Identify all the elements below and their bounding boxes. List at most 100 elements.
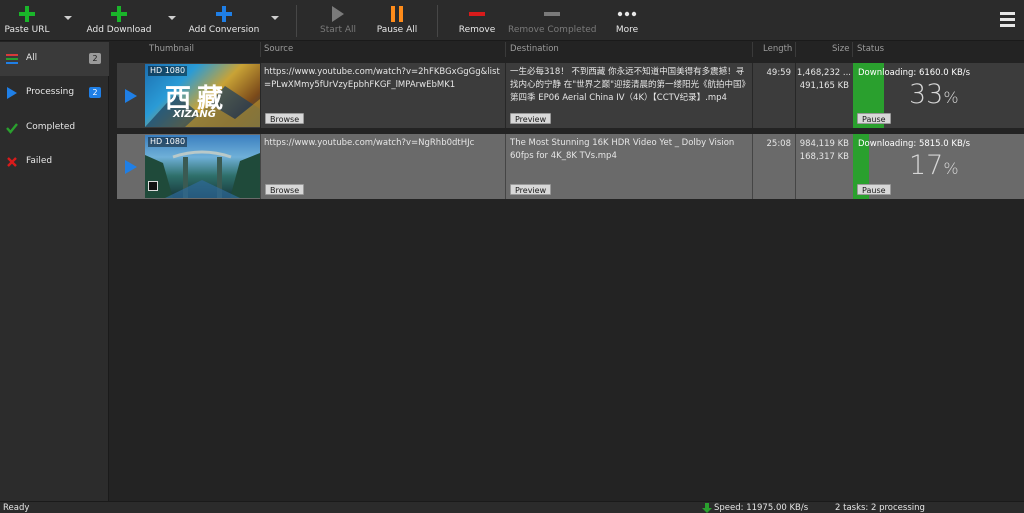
column-divider bbox=[752, 134, 753, 199]
sidebar-item-label: Failed bbox=[26, 156, 53, 166]
x-icon bbox=[7, 157, 17, 167]
column-divider bbox=[260, 134, 261, 199]
table-row[interactable]: HD 1080 西藏 XIZANG https://www.youtube.co… bbox=[117, 63, 1024, 128]
plus-icon bbox=[216, 6, 232, 22]
column-header-size[interactable]: Size bbox=[832, 42, 849, 57]
download-status-cell: Downloading: 6160.0 KB/s 33% Pause bbox=[853, 63, 1024, 128]
pause-all-label: Pause All bbox=[376, 25, 418, 35]
remove-completed-button[interactable]: Remove Completed bbox=[508, 3, 596, 39]
size-total: 984,119 KB bbox=[799, 139, 849, 149]
column-header-status[interactable]: Status bbox=[857, 42, 884, 57]
more-dots-icon bbox=[617, 11, 637, 17]
toolbar-divider bbox=[296, 5, 297, 37]
size-downloaded: 491,165 KB bbox=[799, 81, 849, 91]
preview-button[interactable]: Preview bbox=[510, 113, 552, 124]
column-divider bbox=[505, 63, 506, 128]
download-status-cell: Downloading: 5815.0 KB/s 17% Pause bbox=[853, 134, 1024, 199]
size-total: 1,468,232 ... bbox=[796, 68, 851, 78]
toolbar-divider bbox=[437, 5, 438, 37]
preview-button[interactable]: Preview bbox=[510, 184, 552, 195]
remove-completed-label: Remove Completed bbox=[508, 25, 597, 35]
sidebar: All 2 Processing 2 Completed Failed bbox=[0, 42, 109, 501]
chevron-down-icon[interactable] bbox=[168, 16, 176, 20]
speed-status: Speed: 11975.00 KB/s bbox=[714, 503, 809, 513]
column-header-source[interactable]: Source bbox=[264, 42, 293, 57]
pause-button[interactable]: Pause bbox=[857, 184, 891, 195]
sidebar-item-failed[interactable]: Failed bbox=[0, 145, 109, 179]
sidebar-item-processing[interactable]: Processing 2 bbox=[0, 76, 109, 110]
minus-icon bbox=[469, 12, 485, 16]
plus-icon bbox=[19, 6, 35, 22]
dolby-logo-icon bbox=[148, 181, 158, 191]
ready-status: Ready bbox=[3, 503, 30, 513]
hd-quality-tag: HD 1080 bbox=[148, 137, 188, 147]
progress-percent: 17% bbox=[909, 150, 959, 181]
column-divider bbox=[260, 63, 261, 128]
play-icon[interactable] bbox=[125, 89, 137, 103]
more-label: More bbox=[615, 25, 639, 35]
progress-percent: 33% bbox=[909, 79, 959, 110]
browse-button[interactable]: Browse bbox=[265, 113, 305, 124]
add-download-button[interactable]: Add Download bbox=[86, 3, 152, 39]
video-thumbnail: HD 1080 西藏 XIZANG bbox=[145, 64, 260, 127]
checkmark-icon bbox=[6, 123, 18, 134]
paste-url-label: Paste URL bbox=[4, 25, 50, 35]
chevron-down-icon[interactable] bbox=[271, 16, 279, 20]
table-row[interactable]: HD 1080 https://www.youtube.com/watch?v=… bbox=[117, 134, 1024, 199]
video-thumbnail: HD 1080 bbox=[145, 135, 260, 198]
download-arrow-icon bbox=[702, 503, 712, 513]
start-all-button[interactable]: Start All bbox=[318, 3, 358, 39]
chevron-down-icon[interactable] bbox=[64, 16, 72, 20]
column-header-thumbnail[interactable]: Thumbnail bbox=[149, 42, 194, 57]
status-text: Downloading: 5815.0 KB/s bbox=[858, 139, 971, 149]
column-divider bbox=[752, 63, 753, 128]
pause-button[interactable]: Pause bbox=[857, 113, 891, 124]
sidebar-item-label: Processing bbox=[26, 87, 75, 97]
source-url: https://www.youtube.com/watch?v=2hFKBGxG… bbox=[264, 67, 500, 90]
plus-icon bbox=[111, 6, 127, 22]
play-icon bbox=[332, 6, 344, 22]
play-icon bbox=[7, 87, 17, 99]
size-downloaded: 168,317 KB bbox=[799, 152, 849, 162]
paste-url-button[interactable]: Paste URL bbox=[4, 3, 50, 39]
column-divider bbox=[795, 42, 796, 57]
hd-quality-tag: HD 1080 bbox=[148, 66, 188, 76]
add-download-label: Add Download bbox=[86, 25, 152, 35]
video-length: 25:08 bbox=[766, 139, 792, 149]
destination-filename: The Most Stunning 16K HDR Video Yet _ Do… bbox=[510, 138, 735, 161]
browse-button[interactable]: Browse bbox=[265, 184, 305, 195]
column-divider bbox=[260, 42, 261, 57]
more-button[interactable]: More bbox=[609, 3, 645, 39]
status-bar: Ready Speed: 11975.00 KB/s 2 tasks: 2 pr… bbox=[0, 501, 1024, 513]
sidebar-item-label: Completed bbox=[26, 122, 76, 132]
thumbnail-subtitle: XIZANG bbox=[173, 109, 216, 120]
minus-icon bbox=[544, 12, 560, 16]
column-header-length[interactable]: Length bbox=[763, 42, 792, 57]
sidebar-item-all[interactable]: All 2 bbox=[0, 42, 109, 76]
column-header-destination[interactable]: Destination bbox=[510, 42, 559, 57]
tasks-status: 2 tasks: 2 processing bbox=[835, 503, 925, 513]
add-conversion-label: Add Conversion bbox=[188, 25, 260, 35]
add-conversion-button[interactable]: Add Conversion bbox=[187, 3, 261, 39]
remove-button[interactable]: Remove bbox=[455, 3, 499, 39]
source-url: https://www.youtube.com/watch?v=NgRhb0dt… bbox=[264, 138, 475, 148]
start-all-label: Start All bbox=[319, 25, 356, 35]
column-divider bbox=[505, 134, 506, 199]
all-list-icon bbox=[6, 54, 18, 64]
pause-icon bbox=[391, 6, 403, 22]
play-icon[interactable] bbox=[125, 160, 137, 174]
video-length: 49:59 bbox=[766, 68, 792, 78]
remove-label: Remove bbox=[458, 25, 496, 35]
sidebar-item-completed[interactable]: Completed bbox=[0, 111, 109, 145]
count-badge: 2 bbox=[89, 87, 101, 98]
column-divider bbox=[852, 42, 853, 57]
status-text: Downloading: 6160.0 KB/s bbox=[858, 68, 971, 78]
destination-filename: 一生必每318！ 不到西藏 你永远不知道中国美得有多震撼！寻找内心的宁静 在"世… bbox=[510, 67, 750, 103]
hamburger-menu-icon[interactable] bbox=[1000, 12, 1015, 27]
column-divider bbox=[505, 42, 506, 57]
column-divider bbox=[752, 42, 753, 57]
pause-all-button[interactable]: Pause All bbox=[375, 3, 419, 39]
sidebar-item-label: All bbox=[26, 53, 38, 63]
count-badge: 2 bbox=[89, 53, 101, 64]
toolbar: Paste URL Add Download Add Conversion St… bbox=[0, 0, 1024, 41]
